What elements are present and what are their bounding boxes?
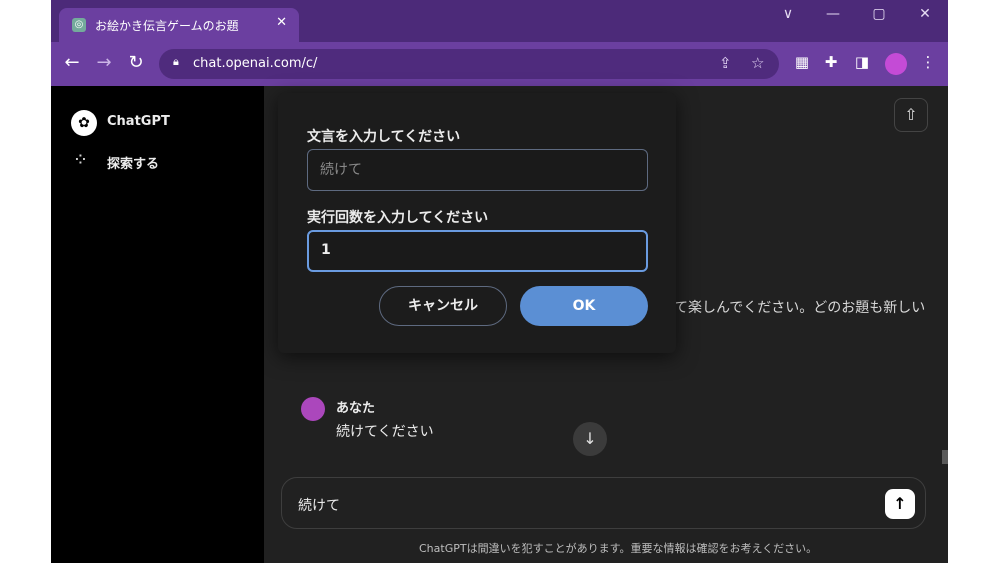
menu-kebab-icon[interactable]: ⋮ <box>918 53 938 71</box>
arrow-up-icon: ↑ <box>893 494 907 513</box>
user-message: 続けてください <box>336 424 434 440</box>
scrollbar-thumb[interactable] <box>942 450 948 464</box>
tab-close-icon[interactable]: ✕ <box>276 15 287 30</box>
url-text: chat.openai.com/c/ <box>193 56 318 71</box>
assistant-message-fragment: て楽しんでください。どのお題も新しい <box>674 300 926 316</box>
share-button[interactable]: ⇧ <box>894 98 928 132</box>
chatgpt-favicon-icon: ◎ <box>72 18 86 32</box>
sidebar: ✿ ChatGPT ⁘ 探索する <box>51 86 264 563</box>
arrow-down-icon: ↓ <box>583 429 597 448</box>
sidebar-item-label: ChatGPT <box>107 114 170 129</box>
sidebar-item-label: 探索する <box>107 157 160 172</box>
openai-logo-icon: ✿ <box>71 110 97 136</box>
tab-title: お絵かき伝言ゲームのお題 <box>95 19 239 33</box>
lock-icon: 🔒︎ <box>173 55 179 68</box>
minimize-icon[interactable]: — <box>823 6 843 22</box>
composer-input[interactable]: 続けて <box>298 495 340 515</box>
share-icon: ⇧ <box>904 105 918 124</box>
avatar <box>301 397 325 421</box>
reload-icon[interactable]: ↻ <box>125 52 147 73</box>
bookmark-star-icon[interactable]: ☆ <box>751 54 764 72</box>
text-input-label: 文言を入力してください <box>307 129 461 145</box>
scroll-down-button[interactable]: ↓ <box>573 422 607 456</box>
browser-tab[interactable]: ◎ お絵かき伝言ゲームのお題 ✕ <box>59 8 299 42</box>
close-window-icon[interactable]: ✕ <box>915 6 935 22</box>
extension-icon[interactable]: ▦ <box>792 53 812 71</box>
profile-avatar[interactable] <box>885 53 907 75</box>
ok-button[interactable]: OK <box>520 286 648 326</box>
puzzle-extensions-icon[interactable]: ✚ <box>821 53 841 71</box>
count-input-field[interactable]: 1 <box>307 230 648 272</box>
grid-icon: ⁘ <box>75 153 86 168</box>
title-bar: ◎ お絵かき伝言ゲームのお題 ✕ ∨ — ▢ ✕ <box>51 0 948 42</box>
tab-search-dropdown-icon[interactable]: ∨ <box>778 6 798 22</box>
count-input-label: 実行回数を入力してください <box>307 210 489 226</box>
message-author: あなた <box>336 401 376 416</box>
message-composer[interactable]: 続けて ↑ <box>281 477 926 529</box>
send-button[interactable]: ↑ <box>885 489 915 519</box>
side-panel-icon[interactable]: ◨ <box>852 53 872 71</box>
forward-icon[interactable]: → <box>93 52 115 73</box>
cancel-button[interactable]: キャンセル <box>379 286 507 326</box>
share-page-icon[interactable]: ⇪ <box>719 54 732 72</box>
disclaimer-text: ChatGPTは間違いを犯すことがあります。重要な情報は確認をお考えください。 <box>419 542 818 555</box>
text-input-field[interactable] <box>307 149 648 191</box>
prompt-dialog: 文言を入力してください 実行回数を入力してください 1 キャンセル OK <box>278 93 676 353</box>
address-bar[interactable]: 🔒︎ chat.openai.com/c/ ⇪ ☆ <box>159 49 779 79</box>
browser-toolbar: ← → ↻ 🔒︎ chat.openai.com/c/ ⇪ ☆ ▦ ✚ ◨ ⋮ <box>51 42 948 86</box>
back-icon[interactable]: ← <box>61 52 83 73</box>
browser-window: ◎ お絵かき伝言ゲームのお題 ✕ ∨ — ▢ ✕ ← → ↻ 🔒︎ chat.o… <box>51 0 948 563</box>
maximize-icon[interactable]: ▢ <box>869 6 889 22</box>
